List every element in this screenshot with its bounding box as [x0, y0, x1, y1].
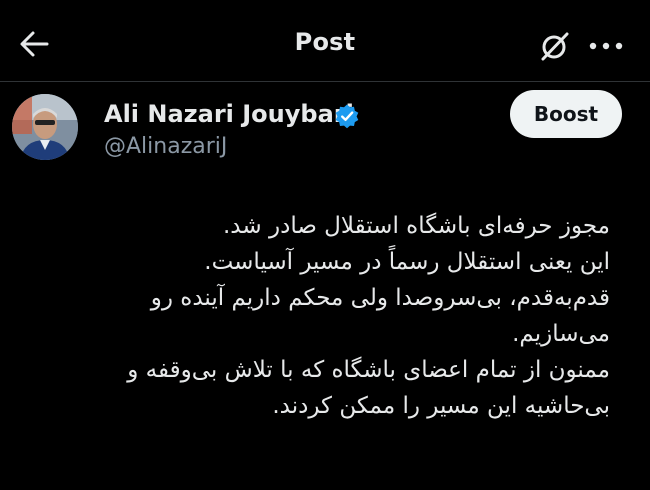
- post-text-line: قدم‌به‌قدم، بی‌سروصدا ولی محکم داریم آین…: [150, 285, 610, 311]
- profile-photo: [12, 94, 78, 160]
- post-text-line: ممنون از تمام اعضای باشگاه که با تلاش بی…: [127, 357, 610, 383]
- post-text: مجوز حرفه‌ای باشگاه استقلال صادر شد. این…: [60, 208, 610, 424]
- boost-button[interactable]: Boost: [510, 90, 622, 138]
- more-options-button[interactable]: [585, 28, 629, 64]
- grok-button[interactable]: [537, 28, 573, 64]
- author-name[interactable]: Ali Nazari Jouybari: [104, 100, 354, 128]
- author-handle[interactable]: @AlinazariJ: [104, 134, 227, 159]
- post-text-line: این یعنی استقلال رسماً در مسیر آسیاست.: [204, 249, 610, 275]
- verified-badge-icon: [335, 104, 359, 129]
- top-bar: Post: [0, 0, 650, 82]
- post-text-line: می‌سازیم.: [512, 321, 610, 347]
- post-text-line: مجوز حرفه‌ای باشگاه استقلال صادر شد.: [223, 213, 610, 239]
- header-divider: [0, 81, 650, 82]
- grok-icon: [541, 32, 569, 61]
- avatar[interactable]: [12, 94, 78, 160]
- post-text-line: بی‌حاشیه این مسیر را ممکن کردند.: [272, 393, 610, 419]
- more-horizontal-icon: [589, 42, 623, 50]
